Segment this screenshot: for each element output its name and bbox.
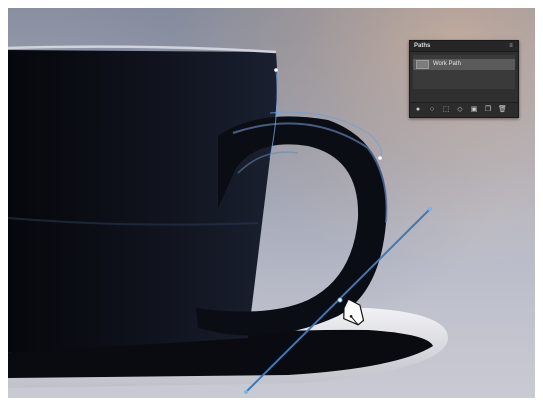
path-item-work-path[interactable]: Work Path	[413, 59, 515, 70]
coffee-cup	[8, 45, 278, 353]
anchor-point-previous	[378, 156, 382, 160]
new-path-icon[interactable]: ❐	[484, 106, 492, 114]
add-mask-icon[interactable]: ▣	[470, 106, 478, 114]
paths-panel: Paths ≡ Work Path ● ○ ⬚ ◇ ▣ ❐ 🗑	[409, 40, 519, 118]
fill-path-icon[interactable]: ●	[414, 106, 422, 114]
path-item-label: Work Path	[433, 61, 461, 67]
tab-paths[interactable]: Paths	[414, 43, 430, 50]
anchor-point-start	[274, 68, 278, 72]
stroke-path-icon[interactable]: ○	[428, 106, 436, 114]
panel-footer: ● ○ ⬚ ◇ ▣ ❐ 🗑	[410, 102, 518, 117]
panel-menu-icon[interactable]: ≡	[508, 43, 514, 49]
anchor-handle-top	[428, 207, 432, 211]
delete-path-icon[interactable]: 🗑	[498, 106, 507, 114]
panel-header: Paths ≡	[410, 41, 518, 52]
paths-list: Work Path	[413, 55, 515, 89]
anchor-handle-bottom	[244, 390, 248, 394]
anchor-point	[337, 297, 343, 303]
path-thumbnail-icon	[416, 60, 429, 69]
load-selection-icon[interactable]: ⬚	[442, 106, 450, 114]
make-work-path-icon[interactable]: ◇	[456, 106, 464, 114]
